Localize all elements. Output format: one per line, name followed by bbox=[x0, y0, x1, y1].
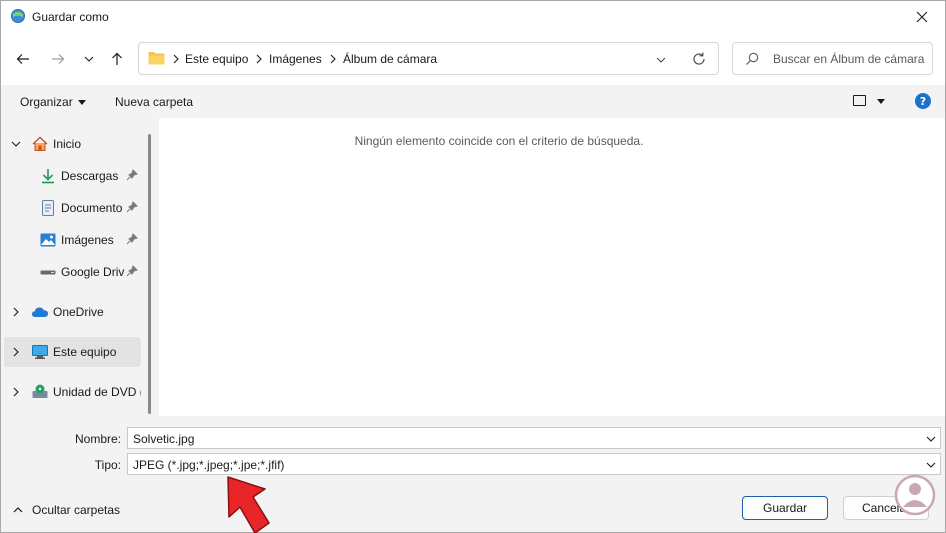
file-name-label: Nombre: bbox=[74, 432, 121, 446]
sidebar-scrollbar[interactable] bbox=[148, 134, 151, 414]
sidebar-item-unidad-dvd[interactable]: Unidad de DVD ( bbox=[1, 377, 141, 407]
sidebar-item-label: Inicio bbox=[53, 137, 82, 151]
save-as-dialog: Guardar como Este equipo Imágenes Álbum … bbox=[0, 0, 946, 533]
view-options-icon[interactable] bbox=[853, 95, 866, 106]
sidebar-item-label: Google Drive bbox=[61, 265, 125, 279]
forward-button[interactable] bbox=[46, 47, 70, 71]
sidebar-item-label: OneDrive bbox=[53, 305, 104, 319]
search-placeholder: Buscar en Álbum de cámara bbox=[773, 52, 925, 66]
computer-icon bbox=[32, 345, 48, 359]
back-button[interactable] bbox=[11, 47, 35, 71]
sidebar-item-inicio[interactable]: Inicio bbox=[1, 129, 141, 159]
breadcrumb-este-equipo[interactable]: Este equipo bbox=[185, 52, 248, 66]
navigation-bar: Este equipo Imágenes Álbum de cámara Bus… bbox=[1, 33, 945, 85]
help-icon[interactable]: ? bbox=[915, 93, 931, 109]
new-folder-button[interactable]: Nueva carpeta bbox=[115, 95, 193, 109]
watermark-logo-icon bbox=[894, 474, 936, 516]
drive-icon bbox=[40, 270, 56, 275]
search-input[interactable]: Buscar en Álbum de cámara bbox=[732, 42, 933, 75]
file-type-select[interactable]: JPEG (*.jpg;*.jpeg;*.jpe;*.jfif) bbox=[127, 453, 941, 475]
arrow-left-icon bbox=[16, 54, 29, 64]
breadcrumb-album-de-camara[interactable]: Álbum de cámara bbox=[343, 52, 437, 66]
chevron-right-icon bbox=[173, 54, 179, 64]
chevron-down-icon[interactable] bbox=[654, 53, 668, 67]
organize-label: Organizar bbox=[20, 95, 73, 109]
chevron-down-icon[interactable] bbox=[926, 434, 936, 444]
chevron-right-icon[interactable] bbox=[11, 347, 21, 357]
sidebar-item-label: Unidad de DVD ( bbox=[53, 385, 141, 399]
app-icon bbox=[11, 9, 25, 23]
caret-down-icon[interactable] bbox=[877, 99, 885, 104]
arrow-up-icon bbox=[112, 52, 122, 65]
chevron-right-icon bbox=[330, 54, 336, 64]
chevron-down-icon bbox=[84, 56, 94, 62]
file-list-pane[interactable]: Ningún elemento coincide con el criterio… bbox=[159, 118, 945, 416]
dvd-icon bbox=[32, 384, 48, 398]
sidebar-item-google-drive[interactable]: Google Drive bbox=[1, 257, 141, 287]
sidebar-item-este-equipo[interactable]: Este equipo bbox=[4, 337, 141, 367]
sidebar-item-documentos[interactable]: Documentos bbox=[1, 193, 141, 223]
sidebar-item-descargas[interactable]: Descargas bbox=[1, 161, 141, 191]
file-name-field[interactable]: Solvetic.jpg bbox=[127, 427, 941, 449]
sidebar-item-onedrive[interactable]: OneDrive bbox=[1, 297, 141, 327]
arrow-right-icon bbox=[52, 54, 65, 64]
recent-locations-button[interactable] bbox=[77, 47, 101, 71]
home-icon bbox=[32, 136, 48, 151]
close-icon bbox=[916, 11, 928, 23]
empty-message: Ningún elemento coincide con el criterio… bbox=[354, 134, 644, 148]
annotation-arrow-icon bbox=[227, 476, 270, 533]
pin-icon[interactable] bbox=[126, 169, 138, 181]
pictures-icon bbox=[40, 233, 56, 247]
caret-down-icon bbox=[77, 100, 86, 106]
sidebar-item-label: Imágenes bbox=[61, 233, 114, 247]
folder-icon bbox=[148, 52, 165, 65]
pin-icon[interactable] bbox=[126, 265, 138, 277]
download-icon bbox=[42, 169, 54, 184]
pin-icon[interactable] bbox=[126, 201, 138, 213]
address-bar[interactable]: Este equipo Imágenes Álbum de cámara bbox=[138, 42, 719, 75]
sidebar-item-imagenes[interactable]: Imágenes bbox=[1, 225, 141, 255]
pin-icon[interactable] bbox=[126, 233, 138, 245]
up-button[interactable] bbox=[105, 47, 129, 71]
refresh-icon[interactable] bbox=[691, 51, 707, 67]
navigation-pane: Inicio Descargas Documentos Imágenes Goo… bbox=[1, 118, 159, 416]
chevron-down-icon[interactable] bbox=[11, 139, 21, 149]
sidebar-item-label: Este equipo bbox=[53, 345, 117, 359]
hide-folders-label: Ocultar carpetas bbox=[32, 503, 121, 517]
new-folder-label: Nueva carpeta bbox=[115, 95, 194, 109]
breadcrumb-imagenes[interactable]: Imágenes bbox=[269, 52, 322, 66]
search-icon bbox=[746, 52, 759, 65]
title-bar: Guardar como bbox=[1, 1, 945, 33]
sidebar-item-label: Documentos bbox=[61, 201, 123, 215]
organize-menu-button[interactable]: Organizar bbox=[20, 95, 86, 109]
document-icon bbox=[42, 200, 54, 216]
close-button[interactable] bbox=[899, 1, 945, 33]
chevron-up-icon bbox=[13, 507, 23, 513]
file-type-value: JPEG (*.jpg;*.jpeg;*.jpe;*.jfif) bbox=[133, 458, 285, 472]
chevron-right-icon bbox=[256, 54, 262, 64]
file-type-label: Tipo: bbox=[94, 458, 121, 472]
command-bar: Organizar Nueva carpeta ? bbox=[1, 85, 945, 118]
sidebar-item-label: Descargas bbox=[61, 169, 119, 183]
chevron-right-icon[interactable] bbox=[11, 307, 21, 317]
file-name-value: Solvetic.jpg bbox=[133, 432, 195, 446]
window-title: Guardar como bbox=[32, 10, 109, 24]
cloud-icon bbox=[32, 307, 48, 317]
chevron-right-icon[interactable] bbox=[11, 387, 21, 397]
save-button[interactable]: Guardar bbox=[742, 496, 828, 520]
